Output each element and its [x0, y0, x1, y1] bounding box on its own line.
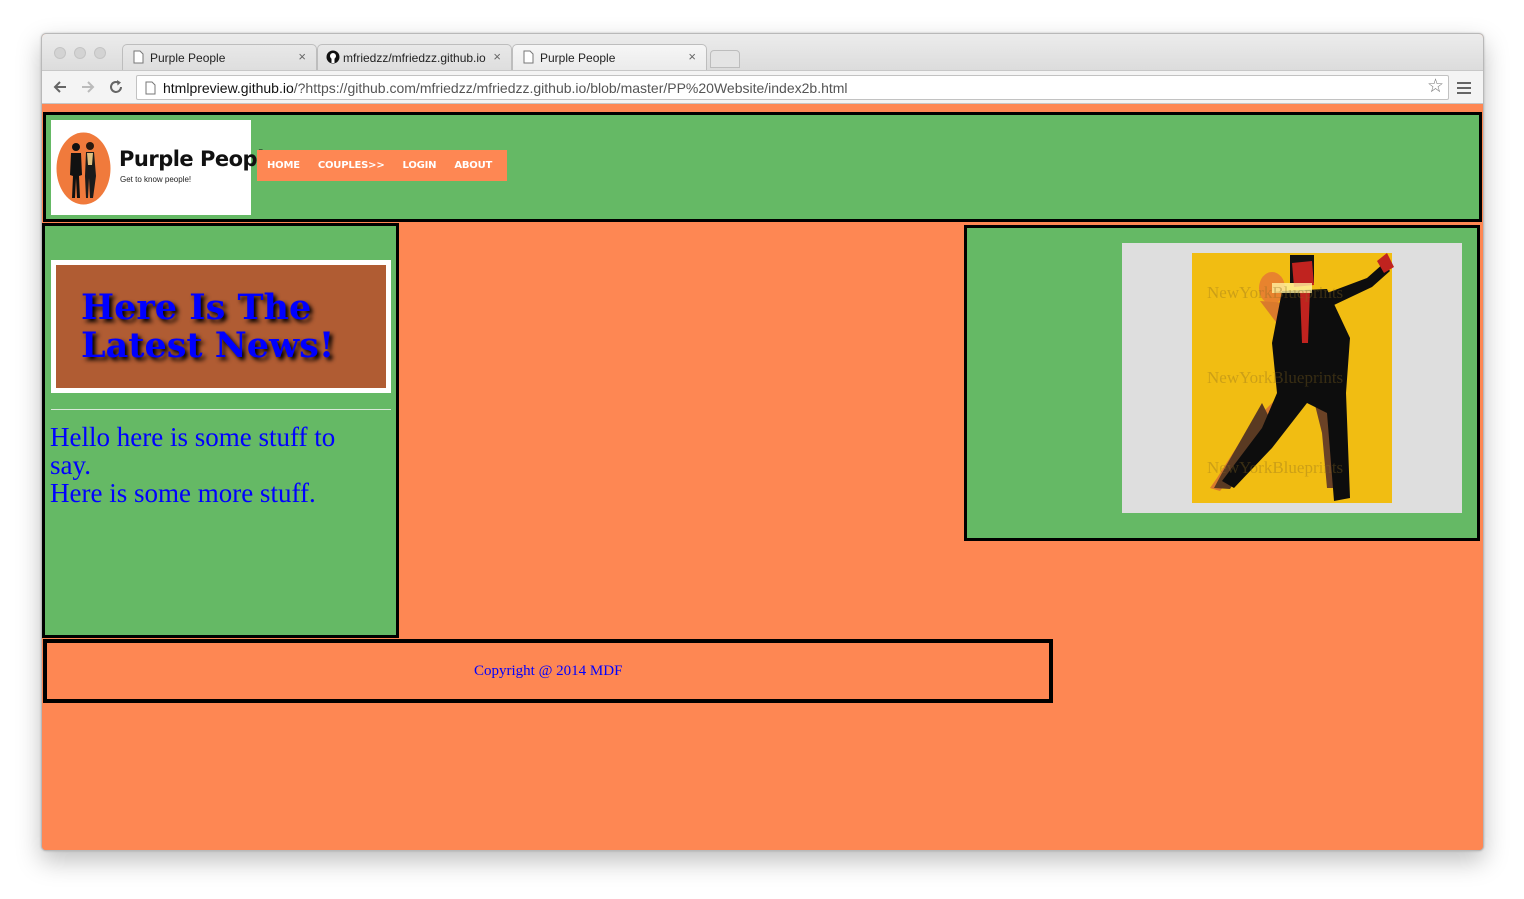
bookmark-star-icon[interactable]: ☆	[1427, 77, 1444, 97]
page-icon	[133, 50, 144, 64]
new-tab-button[interactable]	[710, 50, 740, 68]
address-bar[interactable]: htmlpreview.github.io/?https://github.co…	[136, 75, 1449, 100]
news-headline: Here Is The Latest News!	[81, 289, 334, 365]
news-banner-inner: Here Is The Latest News!	[56, 265, 386, 388]
site-footer: Copyright @ 2014 MDF	[43, 639, 1053, 703]
tab-close-icon[interactable]: ×	[298, 49, 306, 64]
tab-close-icon[interactable]: ×	[688, 49, 696, 64]
page-icon	[523, 50, 534, 64]
image-column: NewYorkBlueprints NewYorkBlueprints NewY…	[964, 225, 1480, 541]
tab-close-icon[interactable]: ×	[493, 49, 501, 64]
minimize-window-button[interactable]	[74, 47, 86, 59]
menu-icon[interactable]	[1457, 82, 1471, 94]
tab-purple-people-1[interactable]: Purple People ×	[122, 44, 317, 70]
headline-line-2: Latest News!	[81, 325, 335, 366]
url-path: /?https://github.com/mfriedzz/mfriedzz.g…	[293, 80, 848, 96]
brand-tagline: Get to know people!	[120, 175, 192, 184]
url-text: htmlpreview.github.io/?https://github.co…	[163, 80, 848, 96]
news-banner: Here Is The Latest News!	[51, 260, 391, 393]
url-host: htmlpreview.github.io	[163, 80, 294, 96]
reload-icon[interactable]	[107, 78, 125, 96]
tab-strip: Purple People × mfriedzz/mfriedzz.github…	[42, 34, 1483, 70]
page-icon	[145, 81, 156, 95]
dancing-couple-image: NewYorkBlueprints NewYorkBlueprints NewY…	[1192, 253, 1394, 503]
nav-home[interactable]: HOME	[267, 160, 300, 171]
back-arrow-icon[interactable]	[51, 78, 69, 96]
tab-title: mfriedzz/mfriedzz.github.io	[343, 51, 486, 65]
watermark-text: NewYorkBlueprints	[1207, 368, 1343, 387]
github-icon	[326, 50, 340, 64]
image-frame: NewYorkBlueprints NewYorkBlueprints NewY…	[1122, 243, 1462, 513]
tab-purple-people-active[interactable]: Purple People ×	[512, 44, 707, 70]
zoom-window-button[interactable]	[94, 47, 106, 59]
browser-window: Purple People × mfriedzz/mfriedzz.github…	[41, 33, 1484, 851]
nav-login[interactable]: LOGIN	[403, 160, 437, 171]
couple-logo-icon	[56, 132, 111, 205]
nav-couples[interactable]: COUPLES>>	[318, 160, 385, 171]
headline-line-1: Here Is The	[81, 287, 312, 328]
watermark-text: NewYorkBlueprints	[1207, 458, 1343, 477]
site-logo[interactable]: Purple People Get to know people!	[51, 120, 278, 215]
forward-arrow-icon[interactable]	[79, 78, 97, 96]
news-line-2: Here is some more stuff.	[50, 478, 316, 508]
news-body: Hello here is some stuff to say. Here is…	[50, 423, 380, 507]
tab-title: Purple People	[540, 51, 616, 65]
site-header: Purple People Get to know people! HOME C…	[43, 112, 1482, 222]
news-line-1: Hello here is some stuff to say.	[50, 422, 336, 480]
main-nav: HOME COUPLES>> LOGIN ABOUT	[257, 150, 507, 181]
watermark-text: NewYorkBlueprints	[1207, 283, 1343, 302]
brand-name: Purple People	[119, 147, 278, 171]
page-content: Purple People Get to know people! HOME C…	[42, 104, 1483, 850]
news-divider	[51, 409, 391, 410]
tab-title: Purple People	[150, 51, 226, 65]
tab-github[interactable]: mfriedzz/mfriedzz.github.io ×	[317, 44, 512, 70]
nav-about[interactable]: ABOUT	[454, 160, 492, 171]
news-column: Here Is The Latest News! Hello here is s…	[42, 223, 399, 638]
close-window-button[interactable]	[54, 47, 66, 59]
browser-toolbar: htmlpreview.github.io/?https://github.co…	[42, 70, 1483, 104]
copyright-text: Copyright @ 2014 MDF	[474, 663, 623, 679]
